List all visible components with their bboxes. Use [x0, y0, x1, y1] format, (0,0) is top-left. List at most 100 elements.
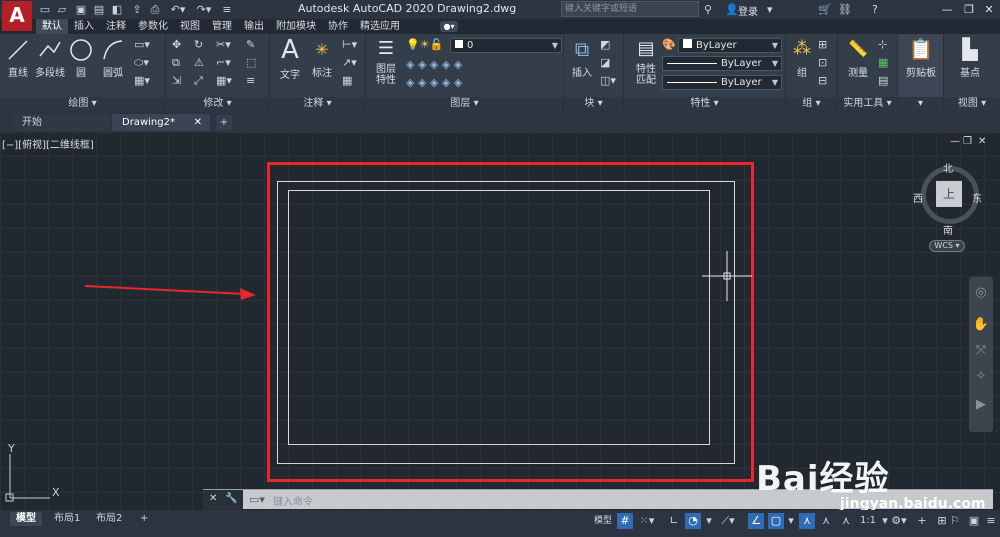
basepoint-tool[interactable]: ▙ 基点	[950, 36, 990, 79]
isodraft-icon[interactable]: ⟋▾	[718, 513, 738, 529]
open-file-icon[interactable]: ▱	[55, 2, 69, 17]
autocad-logo[interactable]: A	[2, 1, 32, 31]
calculator-icon[interactable]: ▤	[878, 74, 888, 87]
layout-tab-model[interactable]: 模型	[10, 512, 42, 526]
snap-icon[interactable]: ⁙▾	[636, 513, 658, 529]
close-tab-icon[interactable]: ✕	[194, 114, 202, 131]
orbit-icon[interactable]: ✧	[969, 369, 993, 384]
a360-icon[interactable]: ⛓	[838, 2, 852, 17]
properties-panel-title[interactable]: 特性 ▾	[624, 97, 785, 111]
text-tool[interactable]: A 文字	[276, 36, 304, 81]
compass-north[interactable]: 北	[943, 160, 953, 175]
restore-icon[interactable]: ❐	[958, 1, 980, 18]
trim-icon[interactable]: ✂▾	[216, 38, 231, 51]
tab-addins[interactable]: 附加模块	[270, 19, 322, 34]
layer-state-icons[interactable]: 💡☀🔓	[406, 38, 443, 51]
layer-dropdown[interactable]: 0 ▼	[450, 38, 562, 53]
line-tool[interactable]: 直线	[4, 38, 32, 79]
ellipse-icon[interactable]: ⬭▾	[134, 56, 149, 69]
tab-insert[interactable]: 插入	[68, 19, 100, 34]
search-input[interactable]: 键入关键字或短语	[561, 1, 699, 17]
explode-icon[interactable]: ⬚	[246, 56, 256, 69]
create-block-icon[interactable]: ◩	[600, 38, 610, 51]
command-input[interactable]: 键入命令	[273, 493, 313, 508]
undo-icon[interactable]: ↶▾	[168, 2, 188, 17]
save-as-icon[interactable]: ▤	[92, 2, 106, 17]
rotate-icon[interactable]: ↻	[194, 38, 203, 51]
table-icon[interactable]: ▦	[342, 74, 352, 87]
upload-icon[interactable]: ⇪	[130, 2, 144, 17]
linetype-dropdown[interactable]: ByLayer ▼	[662, 56, 782, 71]
stretch-icon[interactable]: ⇲	[172, 74, 181, 87]
hatch-icon[interactable]: ▦▾	[134, 74, 150, 87]
utilities-panel-title[interactable]: 实用工具 ▾	[838, 97, 897, 111]
group-edit-icon[interactable]: ⊡	[818, 56, 827, 69]
linear-dim-icon[interactable]: ⊢▾	[342, 38, 357, 51]
quick-properties-icon[interactable]: ⚐	[948, 513, 962, 529]
fillet-icon[interactable]: ⌐▾	[216, 56, 231, 69]
command-history-icon[interactable]: ▭▾	[249, 493, 265, 506]
annotation-panel-title[interactable]: 注释 ▾	[270, 97, 365, 111]
new-file-icon[interactable]: ▭	[38, 2, 52, 17]
tab-collaborate[interactable]: 协作	[322, 19, 354, 34]
pan-hand-icon[interactable]: ✋	[969, 317, 993, 332]
circle-tool[interactable]: 圆	[68, 38, 94, 79]
compass-south[interactable]: 南	[943, 222, 953, 237]
tab-output[interactable]: 输出	[238, 19, 270, 34]
model-space-toggle[interactable]: 模型	[590, 513, 616, 529]
dimension-tool[interactable]: ✳ 标注	[308, 38, 336, 79]
arc-tool[interactable]: 圆弧	[100, 38, 126, 79]
modify-panel-title[interactable]: 修改 ▾	[166, 97, 269, 111]
annotation-scale-icon[interactable]: ⋏	[838, 513, 854, 529]
scale-icon[interactable]: ⤢	[194, 74, 203, 87]
add-layout-icon[interactable]: +	[134, 512, 154, 526]
zoom-extents-icon[interactable]: ⤧	[969, 343, 993, 358]
object-snap-icon[interactable]: ▢	[768, 513, 784, 529]
compass-west[interactable]: 西	[913, 190, 923, 205]
layer-properties-tool[interactable]: ☰ 图层 特性	[370, 36, 402, 86]
ortho-icon[interactable]: ∟	[666, 513, 682, 529]
login-link[interactable]: 登录	[738, 3, 758, 18]
minimize-icon[interactable]: —	[936, 1, 958, 18]
view-panel-title[interactable]: 视图 ▾	[944, 97, 1000, 111]
autodesk-app-store-icon[interactable]: 🛒	[818, 2, 832, 17]
customize-status-icon[interactable]: ≡	[984, 513, 998, 529]
leader-icon[interactable]: ↗▾	[342, 56, 357, 69]
quick-select-icon[interactable]: ⊹	[878, 38, 887, 51]
array-icon[interactable]: ▦▾	[216, 74, 232, 87]
tab-parametric[interactable]: 参数化	[132, 19, 174, 34]
paste-tool[interactable]: 📋 剪贴板	[902, 36, 940, 79]
showmotion-icon[interactable]: ▶	[969, 397, 993, 412]
groups-panel-title[interactable]: 组 ▾	[786, 97, 837, 111]
mirror-icon[interactable]: ⚠	[194, 56, 204, 69]
group-select-icon[interactable]: ⊟	[818, 74, 827, 87]
command-close-icon[interactable]: ✕	[209, 493, 217, 504]
layout-tab-2[interactable]: 布局2	[90, 512, 128, 526]
layer-tools-row1[interactable]: ◈ ◈ ◈ ◈ ◈	[406, 58, 462, 71]
layer-tools-row2[interactable]: ◈ ◈ ◈ ◈ ◈	[406, 76, 462, 89]
annotation-monitor-icon[interactable]: +	[914, 513, 930, 529]
login-dropdown-icon[interactable]: ▾	[767, 2, 773, 17]
workspace-gear-icon[interactable]: ⚙▾	[889, 513, 909, 529]
wcs-menu[interactable]: WCS ▾	[929, 240, 965, 252]
object-snap-tracking-icon[interactable]: ∠	[748, 513, 764, 529]
clean-screen-icon[interactable]: ▣	[966, 513, 982, 529]
measure-tool[interactable]: 📏 测量	[842, 36, 874, 79]
web-mobile-icon[interactable]: ◧	[110, 2, 124, 17]
rectangle-icon[interactable]: ▭▾	[134, 38, 150, 51]
grid-icon[interactable]: #	[617, 513, 633, 529]
ungroup-icon[interactable]: ⊞	[818, 38, 827, 51]
annotation-visibility-icon[interactable]: ⋏	[799, 513, 815, 529]
tab-start[interactable]: 开始	[12, 114, 110, 131]
drawing-canvas[interactable]: [−][俯视][二维线框] — ❐ ✕ Y X 北 西 东 南 上 WCS ▾ …	[0, 132, 1000, 512]
help-icon[interactable]: ?	[872, 2, 878, 17]
compass-east[interactable]: 东	[972, 190, 982, 205]
tab-featured-apps[interactable]: 精选应用	[354, 19, 406, 34]
layers-panel-title[interactable]: 图层 ▾	[366, 97, 563, 111]
auto-scale-icon[interactable]: ⋏	[818, 513, 834, 529]
color-dropdown[interactable]: ByLayer ▼	[678, 38, 782, 53]
lineweight-dropdown[interactable]: ByLayer ▼	[662, 75, 782, 90]
annotation-scale-value[interactable]: 1:1	[857, 513, 879, 529]
polar-icon[interactable]: ◔	[685, 513, 701, 529]
tab-annotate[interactable]: 注释	[100, 19, 132, 34]
